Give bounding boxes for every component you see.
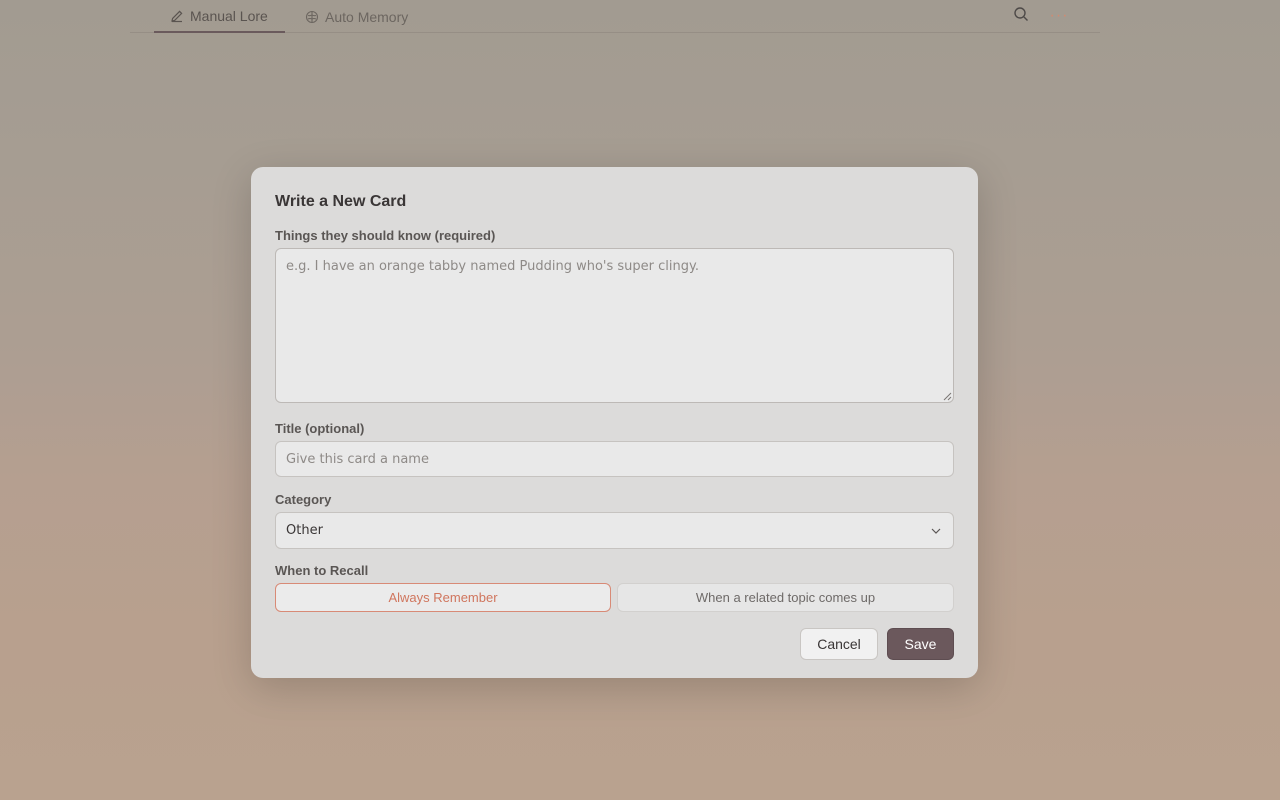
content-textarea[interactable] [275,248,954,403]
new-card-dialog: Write a New Card Things they should know… [251,167,978,678]
title-input[interactable] [275,441,954,477]
chevron-down-icon [931,528,941,534]
recall-related-button[interactable]: When a related topic comes up [617,583,954,612]
search-icon [1013,6,1029,27]
tab-auto-memory[interactable]: Auto Memory [305,0,408,33]
title-label: Title (optional) [275,421,365,436]
dialog-title: Write a New Card [275,193,407,210]
search-button[interactable] [1009,4,1033,28]
top-tab-bar: Manual Lore Auto Memory ··· [130,0,1100,33]
tab-manual-lore[interactable]: Manual Lore [154,0,285,33]
category-value: Other [286,523,323,538]
category-label: Category [275,492,332,507]
save-button[interactable]: Save [887,628,954,660]
pencil-icon [170,9,184,23]
recall-label: When to Recall [275,563,369,578]
recall-always-button[interactable]: Always Remember [275,583,611,612]
more-button[interactable]: ··· [1047,4,1071,28]
tab-label: Manual Lore [190,7,268,24]
content-label: Things they should know (required) [275,228,496,243]
cancel-button[interactable]: Cancel [800,628,878,660]
brain-icon [305,10,319,24]
more-dots-icon: ··· [1049,7,1069,24]
tab-label: Auto Memory [325,8,409,25]
category-select[interactable]: Other [275,512,954,549]
